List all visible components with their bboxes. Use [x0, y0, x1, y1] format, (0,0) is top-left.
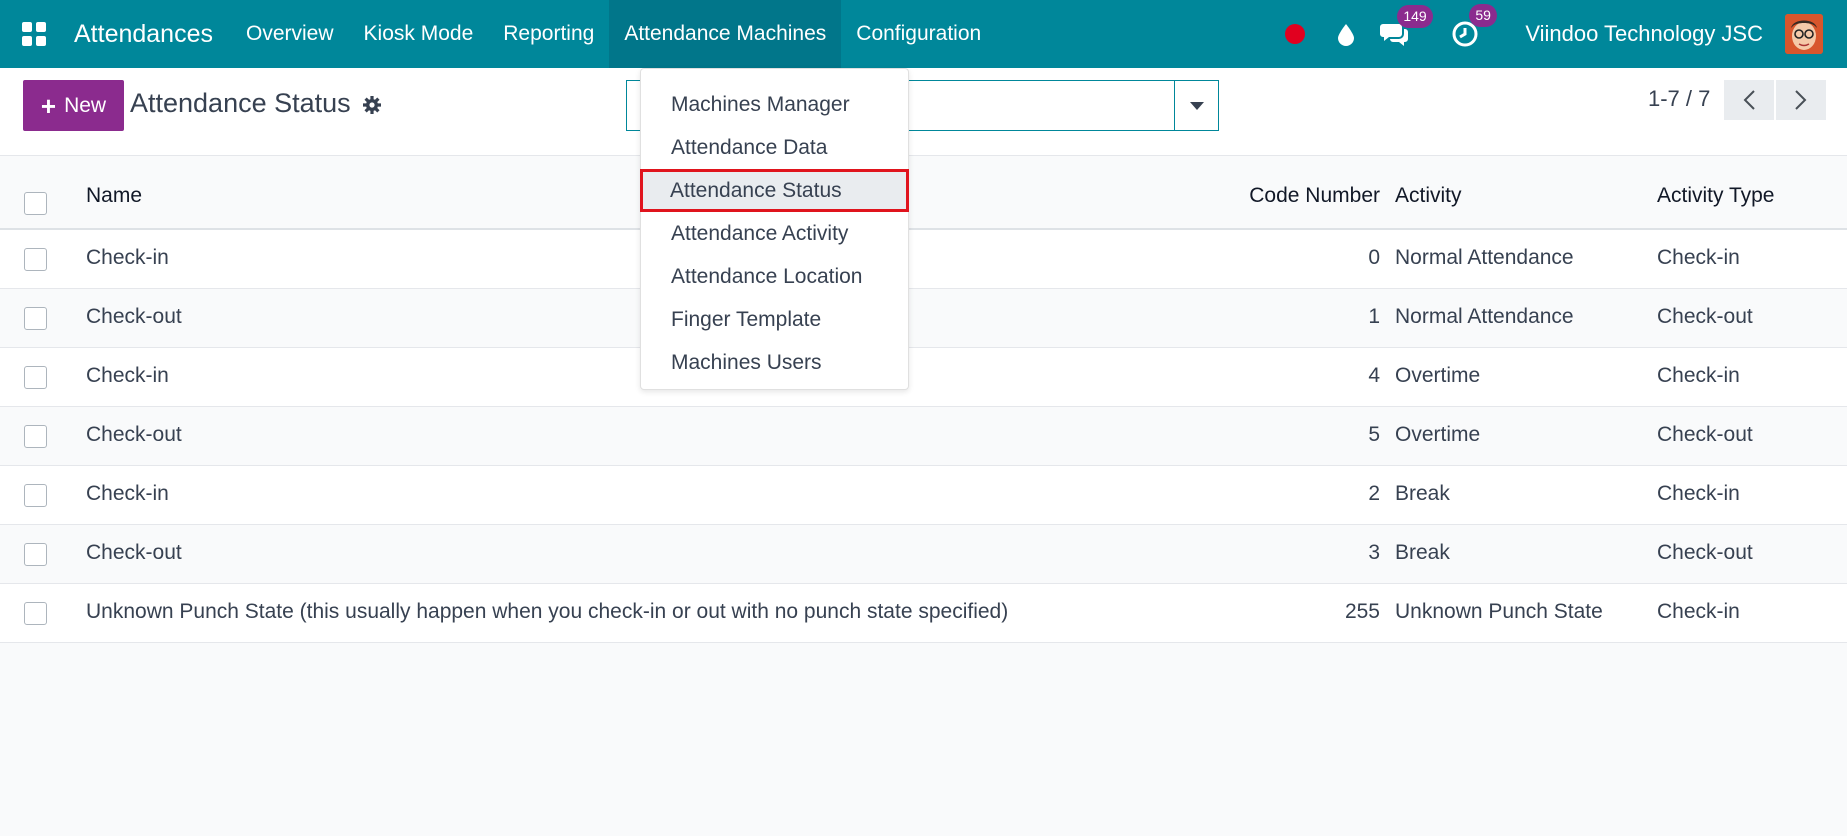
apps-menu-icon[interactable] — [0, 0, 68, 68]
top-navbar: Attendances Overview Kiosk Mode Reportin… — [0, 0, 1847, 68]
messages-button[interactable]: 149 — [1379, 5, 1433, 47]
row-checkbox[interactable] — [24, 366, 47, 389]
cell-activity-type: Check-out — [1657, 423, 1753, 446]
cell-code-number: 5 — [1368, 423, 1380, 446]
cell-activity-type: Check-in — [1657, 482, 1740, 505]
chevron-right-icon — [1795, 90, 1807, 110]
dropdown-item-attendance-activity[interactable]: Attendance Activity — [641, 212, 908, 255]
menu-overview[interactable]: Overview — [231, 0, 349, 68]
cell-name: Check-in — [86, 364, 169, 387]
table-row[interactable]: Check-in 4 Overtime Check-in — [0, 348, 1847, 407]
cell-activity: Break — [1395, 482, 1450, 505]
caret-down-icon — [1189, 101, 1204, 110]
cell-name: Check-in — [86, 482, 169, 505]
cell-code-number: 255 — [1344, 600, 1380, 623]
cell-activity-type: Check-in — [1657, 246, 1740, 269]
cell-code-number: 3 — [1368, 541, 1380, 564]
dropdown-item-attendance-location[interactable]: Attendance Location — [641, 255, 908, 298]
select-all-checkbox[interactable] — [24, 192, 47, 215]
cell-name: Check-in — [86, 246, 169, 269]
table-row[interactable]: Check-out 3 Break Check-out — [0, 525, 1847, 584]
row-checkbox[interactable] — [24, 425, 47, 448]
row-checkbox[interactable] — [24, 543, 47, 566]
recording-indicator-icon[interactable] — [1285, 24, 1306, 44]
table-row[interactable]: Unknown Punch State (this usually happen… — [0, 584, 1847, 643]
row-checkbox[interactable] — [24, 248, 47, 271]
cell-activity-type: Check-out — [1657, 305, 1753, 328]
row-checkbox[interactable] — [24, 602, 47, 625]
menu-attendance-machines[interactable]: Attendance Machines — [609, 0, 842, 68]
column-header-name[interactable]: Name — [86, 184, 142, 208]
column-header-activity-type[interactable]: Activity Type — [1657, 184, 1775, 208]
pager-value[interactable]: 1-7 / 7 — [1648, 86, 1710, 112]
cell-activity: Normal Attendance — [1395, 246, 1574, 269]
cell-activity-type: Check-in — [1657, 600, 1740, 623]
cell-activity-type: Check-out — [1657, 541, 1753, 564]
dropdown-item-attendance-status[interactable]: Attendance Status — [640, 169, 909, 212]
cell-name: Unknown Punch State (this usually happen… — [86, 600, 1009, 623]
dropdown-item-machines-manager[interactable]: Machines Manager — [641, 83, 908, 126]
activities-button[interactable]: 59 — [1451, 4, 1497, 48]
company-switcher[interactable]: Viindoo Technology JSC — [1525, 21, 1763, 47]
cell-activity: Normal Attendance — [1395, 305, 1574, 328]
cell-name: Check-out — [86, 541, 182, 564]
app-brand[interactable]: Attendances — [74, 20, 213, 49]
menu-kiosk-mode[interactable]: Kiosk Mode — [349, 0, 489, 68]
cell-activity: Overtime — [1395, 423, 1481, 446]
cell-activity: Overtime — [1395, 364, 1481, 387]
attendance-machines-dropdown: Machines Manager Attendance Data Attenda… — [640, 68, 909, 390]
dropdown-item-machines-users[interactable]: Machines Users — [641, 341, 908, 384]
list-table: Name Code Number Activity Activity Type … — [0, 162, 1847, 643]
pager-previous-button[interactable] — [1724, 80, 1774, 120]
cell-code-number: 2 — [1368, 482, 1380, 505]
table-row[interactable]: Check-out 1 Normal Attendance Check-out — [0, 289, 1847, 348]
droplet-icon[interactable] — [1335, 22, 1357, 46]
pager-next-button[interactable] — [1776, 80, 1826, 120]
user-avatar[interactable] — [1785, 14, 1823, 54]
gear-icon[interactable] — [362, 95, 382, 115]
messages-count-badge: 149 — [1397, 5, 1433, 28]
cell-activity: Unknown Punch State — [1395, 600, 1603, 623]
row-checkbox[interactable] — [24, 484, 47, 507]
dropdown-item-finger-template[interactable]: Finger Template — [641, 298, 908, 341]
control-panel: + New Attendance Status 1-7 / 7 — [0, 68, 1847, 156]
cell-activity: Break — [1395, 541, 1450, 564]
cell-code-number: 1 — [1368, 305, 1380, 328]
table-header: Name Code Number Activity Activity Type — [0, 162, 1847, 230]
table-row[interactable]: Check-in 2 Break Check-in — [0, 466, 1847, 525]
cell-name: Check-out — [86, 305, 182, 328]
activities-count-badge: 59 — [1469, 4, 1497, 27]
new-button-label: New — [64, 93, 107, 117]
plus-icon: + — [40, 90, 57, 121]
chevron-left-icon — [1743, 90, 1755, 110]
cell-code-number: 0 — [1368, 246, 1380, 269]
new-button[interactable]: + New — [23, 80, 124, 131]
column-header-code-number[interactable]: Code Number — [1249, 184, 1380, 208]
page-title: Attendance Status — [130, 88, 351, 118]
column-header-activity[interactable]: Activity — [1395, 184, 1462, 208]
search-options-toggle[interactable] — [1174, 81, 1218, 130]
table-row[interactable]: Check-out 5 Overtime Check-out — [0, 407, 1847, 466]
cell-activity-type: Check-in — [1657, 364, 1740, 387]
row-checkbox[interactable] — [24, 307, 47, 330]
menu-reporting[interactable]: Reporting — [488, 0, 609, 68]
cell-name: Check-out — [86, 423, 182, 446]
table-row[interactable]: Check-in 0 Normal Attendance Check-in — [0, 230, 1847, 289]
cell-code-number: 4 — [1368, 364, 1380, 387]
menu-configuration[interactable]: Configuration — [841, 0, 996, 68]
dropdown-item-attendance-data[interactable]: Attendance Data — [641, 126, 908, 169]
